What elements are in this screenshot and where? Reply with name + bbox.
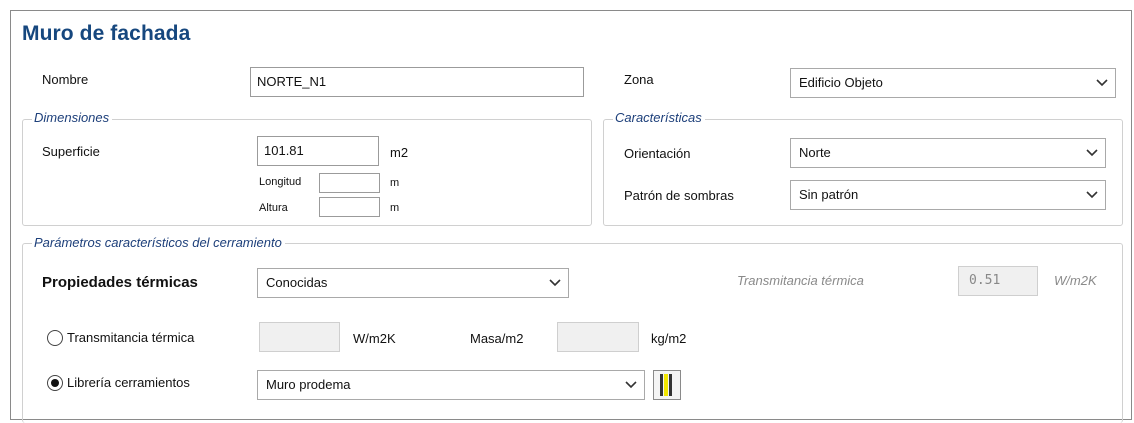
- parametros-legend: Parámetros característicos del cerramien…: [32, 235, 285, 250]
- chevron-down-icon: [1086, 149, 1098, 157]
- superficie-input[interactable]: 101.81: [257, 136, 379, 166]
- zona-label: Zona: [624, 72, 654, 87]
- library-button[interactable]: [653, 370, 681, 400]
- libreria-select-value: Muro prodema: [266, 377, 351, 392]
- longitud-label: Longitud: [259, 176, 302, 188]
- libreria-select[interactable]: Muro prodema: [257, 370, 645, 400]
- chevron-down-icon: [625, 381, 637, 389]
- transmitancia-readonly-field: 0.51: [958, 266, 1038, 296]
- orientacion-select-value: Norte: [799, 145, 831, 160]
- nombre-label: Nombre: [42, 72, 89, 87]
- transmitancia-input[interactable]: [259, 322, 340, 352]
- longitud-unit: m: [390, 177, 400, 189]
- altura-input[interactable]: [319, 197, 380, 217]
- sombras-select[interactable]: Sin patrón: [790, 180, 1106, 210]
- altura-unit: m: [390, 202, 400, 214]
- transmitancia-readonly-label: Transmitancia térmica: [737, 273, 864, 288]
- altura-label: Altura: [259, 202, 288, 214]
- chevron-down-icon: [549, 279, 561, 287]
- libreria-radio-label[interactable]: Librería cerramientos: [67, 375, 190, 390]
- propiedades-label: Propiedades térmicas: [42, 274, 198, 291]
- masa-label: Masa/m2: [470, 331, 524, 346]
- orientacion-select[interactable]: Norte: [790, 138, 1106, 168]
- chevron-down-icon: [1086, 191, 1098, 199]
- libreria-radio[interactable]: [47, 375, 63, 391]
- transmitancia-radio[interactable]: [47, 330, 63, 346]
- transmitancia-radio-label[interactable]: Transmitancia térmica: [67, 330, 194, 345]
- wall-layers-icon: [660, 374, 672, 396]
- transmitancia-readonly-unit: W/m2K: [1054, 273, 1097, 288]
- propiedades-select-value: Conocidas: [266, 275, 328, 290]
- transmitancia-unit: W/m2K: [353, 331, 396, 346]
- caracteristicas-legend: Características: [613, 110, 705, 125]
- sombras-label: Patrón de sombras: [624, 188, 734, 203]
- zona-select[interactable]: Edificio Objeto: [790, 68, 1116, 98]
- propiedades-select[interactable]: Conocidas: [257, 268, 569, 298]
- page-title: Muro de fachada: [22, 22, 191, 45]
- superficie-unit: m2: [390, 145, 409, 160]
- dimensiones-legend: Dimensiones: [32, 110, 113, 125]
- superficie-label: Superficie: [42, 144, 100, 159]
- nombre-input[interactable]: NORTE_N1: [250, 67, 584, 97]
- masa-unit: kg/m2: [651, 331, 687, 346]
- sombras-select-value: Sin patrón: [799, 187, 859, 202]
- orientacion-label: Orientación: [624, 146, 691, 161]
- chevron-down-icon: [1096, 79, 1108, 87]
- masa-input[interactable]: [557, 322, 639, 352]
- longitud-input[interactable]: [319, 173, 380, 193]
- zona-select-value: Edificio Objeto: [799, 75, 883, 90]
